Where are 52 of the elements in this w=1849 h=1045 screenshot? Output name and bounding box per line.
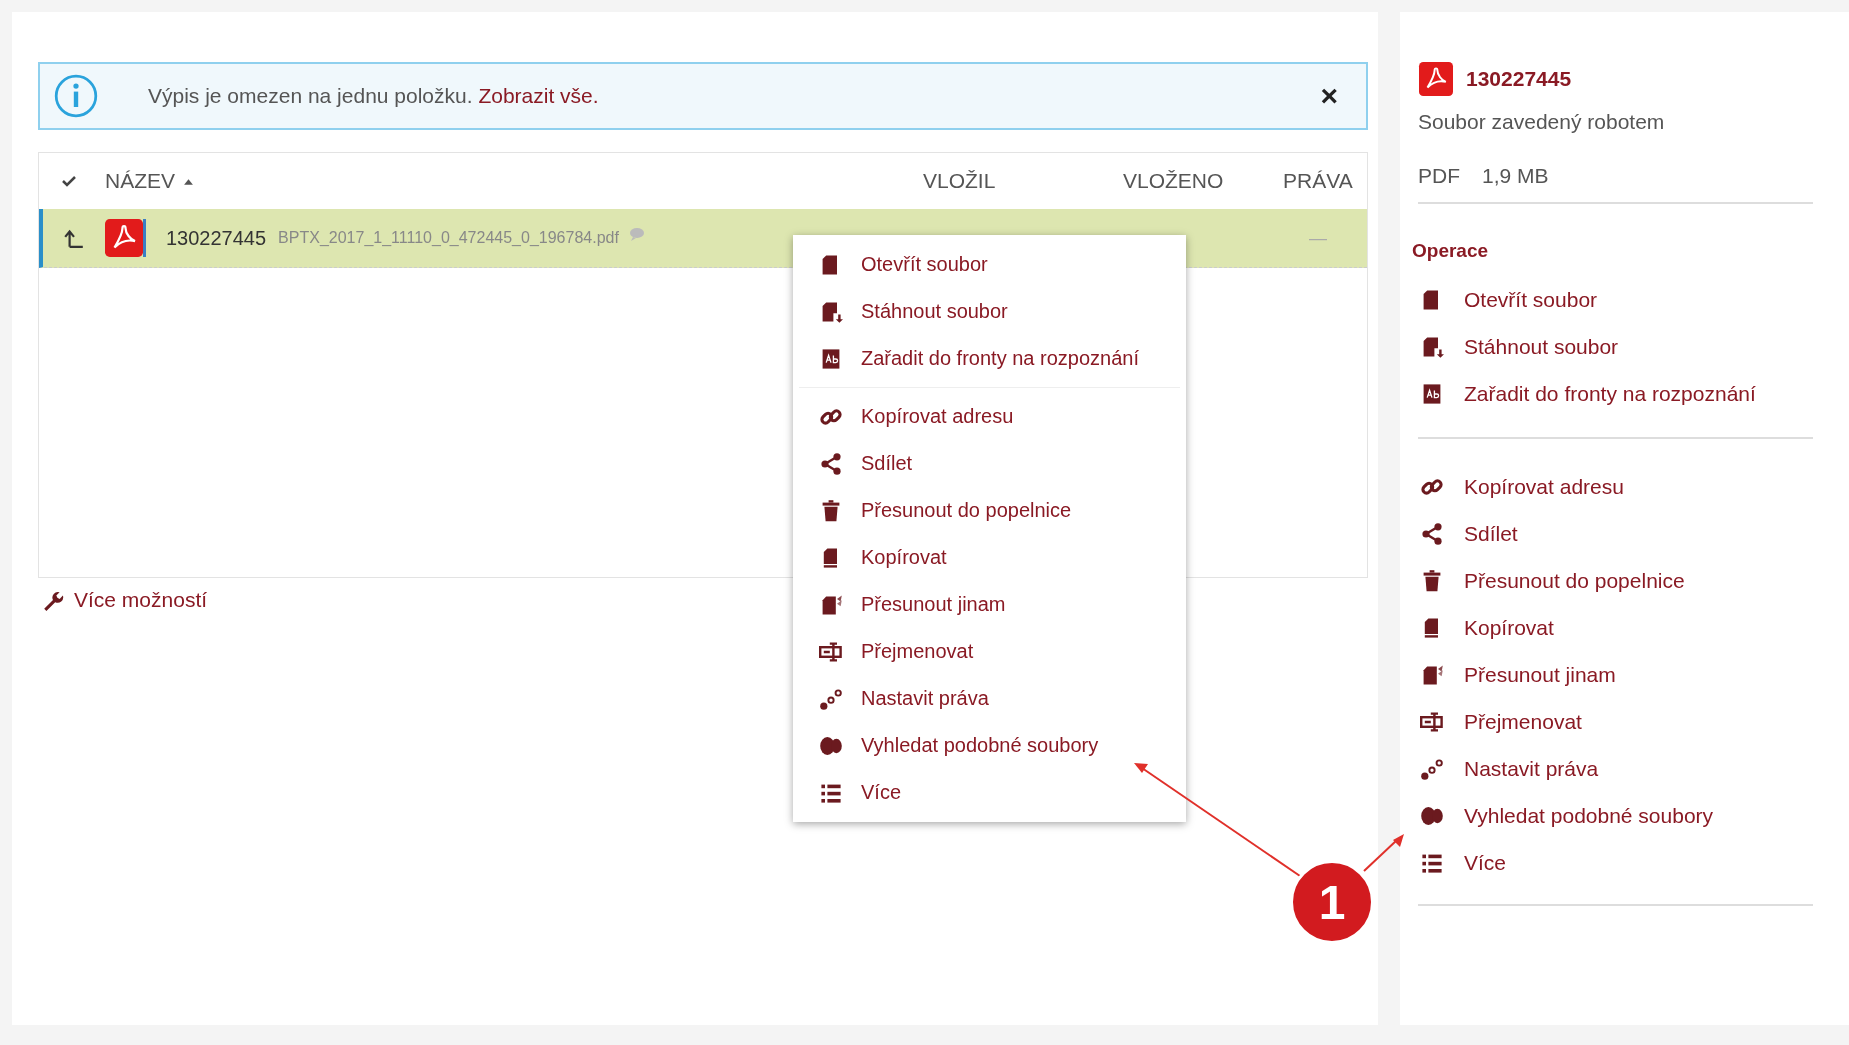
info-icon — [54, 74, 98, 118]
menu-item[interactable]: Kopírovat adresu — [793, 393, 1186, 440]
menu-item[interactable]: Nastavit práva — [793, 675, 1186, 722]
menu-item[interactable]: Vyhledat podobné soubory — [793, 722, 1186, 769]
pdf-icon — [1418, 62, 1454, 96]
section-heading: Operace — [1412, 240, 1490, 262]
file-name: 130227445 — [166, 226, 267, 250]
pdf-icon — [105, 219, 146, 257]
share-icon — [1420, 521, 1444, 546]
column-header[interactable]: NÁZEV — [105, 169, 923, 193]
menu-item[interactable]: Více — [793, 769, 1186, 816]
menu-item[interactable]: Přejmenovat — [793, 628, 1186, 675]
operation-link[interactable]: Přesunout jinam — [1412, 651, 1849, 698]
file-description: Soubor zavedený robotem — [1418, 110, 1666, 134]
file-title: 130227445 — [1466, 67, 1572, 91]
rights-cell: — — [1309, 227, 1327, 249]
up-arrow-icon[interactable] — [63, 227, 85, 249]
operation-link[interactable]: Nastavit práva — [1412, 745, 1849, 792]
operation-link[interactable]: Sdílet — [1412, 510, 1849, 557]
file-path: BPTX_2017_1_11110_0_472445_0_196784.pdf — [278, 229, 619, 247]
rename-icon — [1420, 709, 1444, 734]
operation-link[interactable]: Stáhnout soubor — [1412, 323, 1849, 370]
column-header[interactable]: VLOŽENO — [1123, 169, 1283, 193]
operation-link[interactable]: Přesunout do popelnice — [1412, 557, 1849, 604]
column-header[interactable]: VLOŽIL — [923, 169, 1123, 193]
checkmark-icon[interactable] — [61, 173, 77, 189]
file-size: 1,9 MB — [1482, 164, 1549, 188]
column-header[interactable]: PRÁVA — [1283, 169, 1353, 193]
operation-link[interactable]: Vyhledat podobné soubory — [1412, 792, 1849, 839]
share-icon — [819, 451, 843, 476]
operation-link[interactable]: Kopírovat — [1412, 604, 1849, 651]
close-button[interactable]: × — [1314, 81, 1344, 111]
menu-item[interactable]: Stáhnout soubor — [793, 288, 1186, 335]
info-message: Výpis je omezen na jednu položku. Zobrazit vše. — [148, 84, 600, 108]
menu-item[interactable]: Zařadit do fronty na rozpoznání — [793, 335, 1186, 382]
menu-item[interactable]: Přesunout jinam — [793, 581, 1186, 628]
file-type: PDF — [1418, 164, 1460, 188]
menu-item[interactable]: Přesunout do popelnice — [793, 487, 1186, 534]
menu-item[interactable]: Sdílet — [793, 440, 1186, 487]
wrench-icon — [42, 589, 64, 611]
operation-link[interactable]: Otevřít soubor — [1412, 276, 1849, 323]
more-options-link[interactable]: Více možností — [74, 588, 208, 612]
show-all-link[interactable]: Zobrazit vše. — [478, 84, 599, 107]
operation-link[interactable]: Kopírovat adresu — [1412, 463, 1849, 510]
menu-item[interactable]: Kopírovat — [793, 534, 1186, 581]
operation-link[interactable]: Přejmenovat — [1412, 698, 1849, 745]
rename-icon — [819, 639, 843, 664]
comment-icon — [628, 227, 645, 241]
dots-icon — [1420, 756, 1444, 781]
operation-link[interactable]: Více — [1412, 839, 1849, 886]
operation-link[interactable]: Zařadit do fronty na rozpoznání — [1412, 370, 1849, 417]
dots-icon — [819, 686, 843, 711]
